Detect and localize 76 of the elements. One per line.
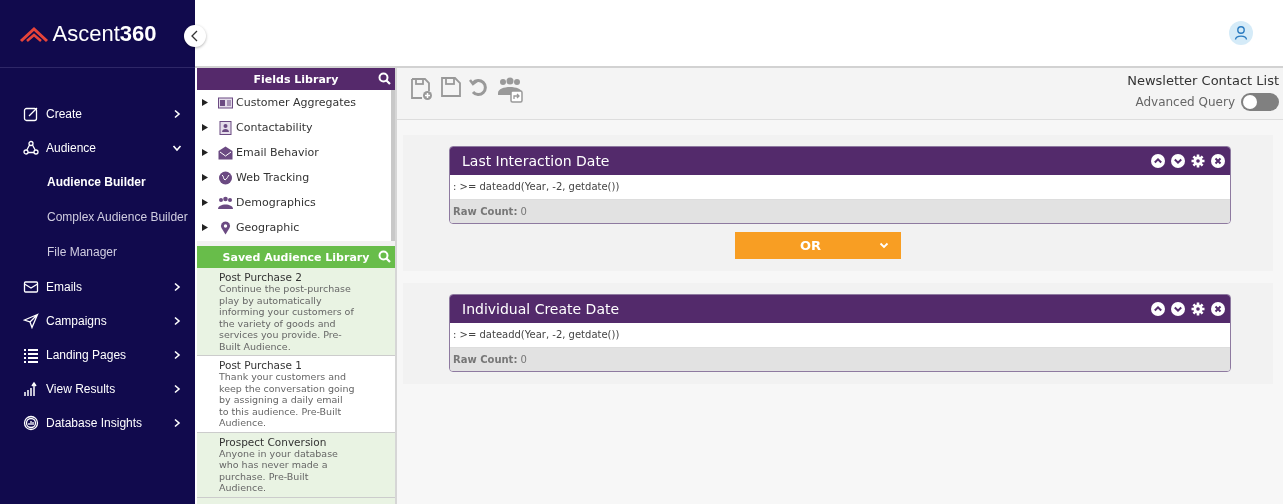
audience-title: Prospect Conversion — [219, 435, 328, 448]
audience-description: Anyone in your database who has never made a purchase. Pre-Built Audience. — [219, 447, 339, 494]
submenu-item[interactable]: File Manager — [0, 235, 195, 270]
audience-icon — [23, 140, 39, 156]
move-down-icon[interactable] — [1171, 154, 1185, 168]
expand-arrow-icon[interactable] — [202, 224, 208, 231]
card-icon — [218, 95, 233, 110]
chevron-icon — [172, 350, 182, 360]
audience-name: Newsletter Contact List — [1127, 73, 1279, 88]
panel-title: Fields Library — [253, 72, 339, 86]
close-icon[interactable] — [1211, 154, 1225, 168]
condition-title: Last Interaction Date — [462, 153, 610, 169]
tree-item[interactable]: Geographic — [197, 215, 391, 240]
email-icon — [23, 279, 39, 295]
collapse-button[interactable] — [184, 25, 206, 47]
tree-item[interactable]: Demographics — [197, 190, 391, 215]
chevron-icon — [172, 282, 182, 292]
chevron-icon — [172, 384, 182, 394]
logo-icon — [18, 24, 49, 43]
advanced-query-toggle[interactable] — [1241, 93, 1279, 111]
move-down-icon[interactable] — [1171, 302, 1185, 316]
expand-arrow-icon[interactable] — [202, 149, 208, 156]
nav-item[interactable]: Landing Pages — [0, 338, 195, 372]
raw-count: Raw Count: 0 — [450, 200, 1230, 223]
submenu-item[interactable]: Audience Builder — [0, 165, 195, 200]
audience-title: Post Purchase 1 — [219, 359, 303, 371]
chevron-icon — [172, 143, 182, 153]
raw-count: Raw Count: 0 — [450, 348, 1230, 371]
close-icon[interactable] — [1211, 302, 1225, 316]
nav-item[interactable]: Database Insights — [0, 406, 195, 440]
pin-icon — [218, 220, 233, 235]
nav-item[interactable]: Audience — [0, 131, 195, 165]
envelope-icon — [218, 145, 233, 160]
insights-icon — [23, 415, 39, 431]
tree-item[interactable]: Email Behavior — [197, 140, 391, 165]
tree-item[interactable]: Contactability — [197, 115, 391, 140]
chart-icon — [23, 381, 39, 397]
nav-item[interactable]: Create — [0, 97, 195, 131]
condition-title: Individual Create Date — [462, 301, 620, 317]
tree-item[interactable]: Web Tracking — [197, 165, 391, 190]
chevron-icon — [172, 109, 182, 119]
expand-arrow-icon[interactable] — [202, 124, 208, 131]
caret-icon — [879, 242, 889, 249]
undo-icon[interactable] — [469, 77, 489, 97]
settings-icon[interactable] — [1191, 154, 1205, 168]
nav-item[interactable]: Emails — [0, 270, 195, 304]
settings-icon[interactable] — [1191, 302, 1205, 316]
move-up-icon[interactable] — [1151, 154, 1165, 168]
send-icon — [23, 313, 39, 329]
nav-item[interactable]: View Results — [0, 372, 195, 406]
contact-icon — [218, 120, 233, 135]
audience-description: Continue the post-purchase play by automatically informing your customers of the variety of goods and services you provide. Pre-Built Audience. — [219, 283, 355, 352]
audience-title: Post Purchase 2 — [219, 271, 303, 283]
group-share-icon[interactable] — [497, 77, 523, 103]
saved-audience-item[interactable]: Post Purchase 1 Thank your customers and keep the conversation going by assigning a daily email to this audience. Pre-Built Audience. — [197, 356, 395, 433]
save-icon[interactable] — [441, 77, 461, 97]
expand-arrow-icon[interactable] — [202, 199, 208, 206]
expand-arrow-icon[interactable] — [202, 174, 208, 181]
audience-description: Thank your customers and keep the conversation going by assigning a daily email to this audience. Pre-Built Audience. — [219, 371, 355, 429]
save-new-icon[interactable] — [411, 77, 433, 101]
people-icon — [218, 195, 233, 210]
user-avatar-icon[interactable] — [1229, 21, 1253, 45]
nav-item[interactable]: Campaigns — [0, 304, 195, 338]
brand-name: Ascent360 — [52, 20, 157, 47]
chevron-icon — [172, 418, 182, 428]
panel-title: Saved Audience Library — [222, 250, 370, 264]
chevron-left-icon — [191, 30, 199, 42]
search-icon[interactable] — [378, 72, 391, 85]
move-up-icon[interactable] — [1151, 302, 1165, 316]
edit-icon — [23, 106, 39, 122]
tree-item[interactable]: Customer Aggregates — [197, 90, 391, 115]
list-icon — [23, 347, 39, 363]
expand-arrow-icon[interactable] — [202, 99, 208, 106]
submenu-item[interactable]: Complex Audience Builder — [0, 200, 195, 235]
chevron-icon — [172, 316, 182, 326]
toggle-label: Advanced Query — [1135, 95, 1235, 109]
